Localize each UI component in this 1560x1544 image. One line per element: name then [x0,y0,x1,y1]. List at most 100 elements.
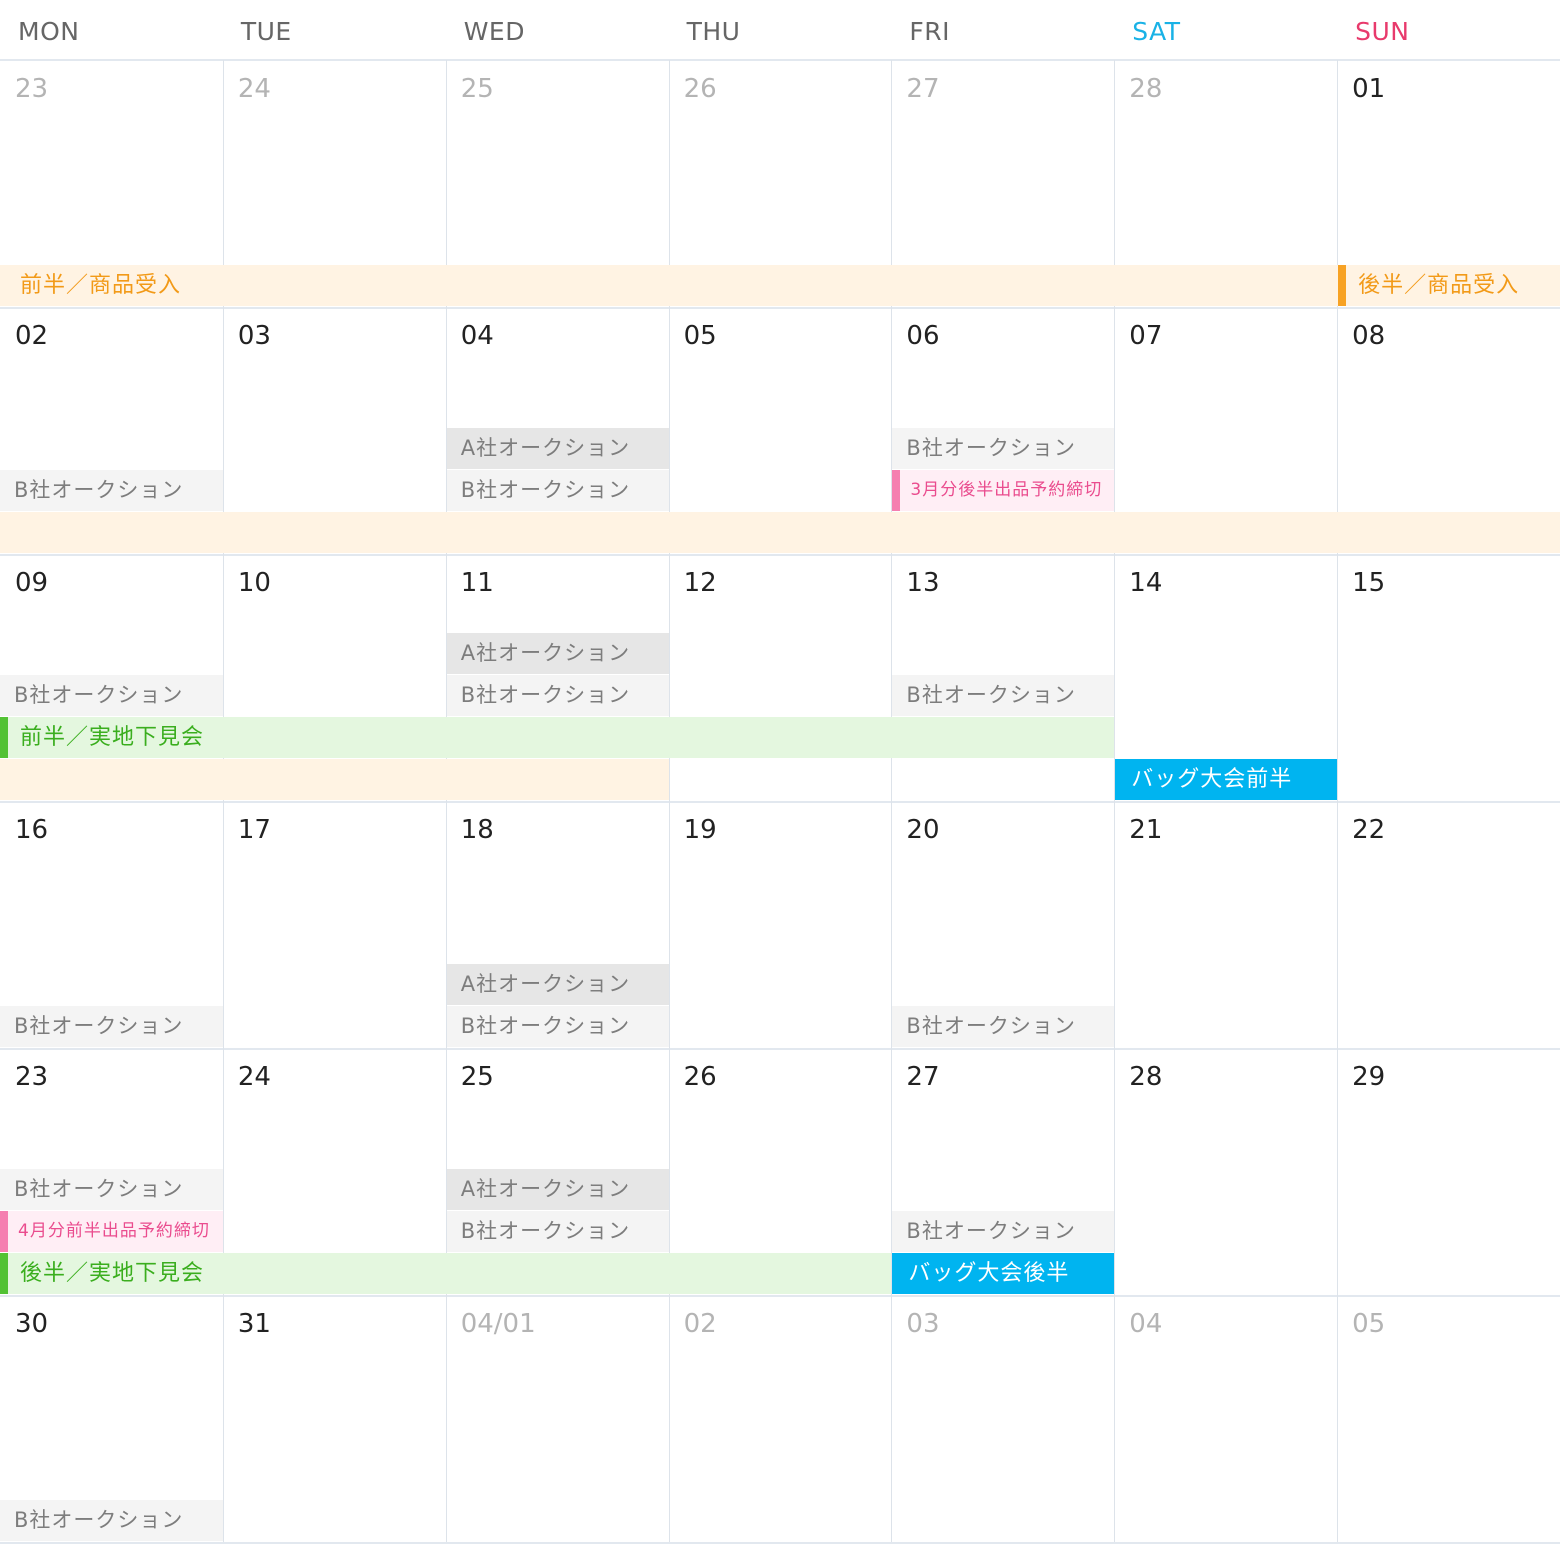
event-label: A社オークション [460,1177,631,1201]
event-a-auction[interactable]: A社オークション [446,964,669,1005]
event-label: B社オークション [14,1177,184,1201]
event-label: B社オークション [906,1219,1076,1243]
day-number[interactable]: 02 [15,321,48,351]
event-label: B社オークション [14,683,184,707]
day-number[interactable]: 03 [238,321,271,351]
weekday-tue: TUE [240,17,292,46]
week-divider [0,801,1560,803]
day-number[interactable]: 11 [461,568,494,598]
event-b-auction[interactable]: B社オークション [0,1169,223,1210]
day-number[interactable]: 23 [15,74,48,104]
week-divider [0,1048,1560,1050]
event-label: B社オークション [14,478,184,502]
day-number[interactable]: 12 [684,568,717,598]
weekday-sat: SAT [1132,17,1181,46]
day-number[interactable]: 25 [461,74,494,104]
day-number[interactable]: 21 [1129,815,1162,845]
day-number[interactable]: 02 [684,1309,717,1339]
event-preview-meeting[interactable]: 前半／実地下見会 [0,717,1115,758]
event-a-auction[interactable]: A社オークション [446,633,669,674]
event-bag-tournament[interactable]: バッグ大会前半 [1115,759,1338,800]
event-bag-tournament[interactable]: バッグ大会後半 [892,1253,1115,1294]
event-b-auction[interactable]: B社オークション [446,675,669,716]
day-number[interactable]: 04 [1129,1309,1162,1339]
event-b-auction[interactable]: B社オークション [446,1006,669,1047]
event-a-auction[interactable]: A社オークション [446,428,669,469]
event-label: 3月分後半出品予約締切 [910,480,1103,500]
day-number[interactable]: 08 [1352,321,1385,351]
month-calendar: MON TUE WED THU FRI SAT SUN 23 24 25 26 27 28 01 02 03… [0,0,1560,1544]
day-number[interactable]: 17 [238,815,271,845]
event-b-auction[interactable]: B社オークション [446,1211,669,1252]
event-b-auction[interactable]: B社オークション [892,675,1115,716]
week-divider [0,554,1560,556]
event-a-auction[interactable]: A社オークション [446,1169,669,1210]
day-number[interactable]: 24 [238,74,271,104]
event-b-auction[interactable]: B社オークション [892,1211,1115,1252]
event-bar-intake[interactable] [0,265,1560,306]
day-number[interactable]: 09 [15,568,48,598]
day-number[interactable]: 22 [1352,815,1385,845]
event-label: バッグ大会後半 [908,1261,1070,1286]
event-label: B社オークション [460,1014,631,1038]
event-b-auction[interactable]: B社オークション [892,428,1115,469]
day-number[interactable]: 16 [15,815,48,845]
day-number[interactable]: 04/01 [461,1309,536,1339]
day-number[interactable]: 24 [238,1062,271,1092]
event-label: A社オークション [460,641,631,665]
event-b-auction[interactable]: B社オークション [0,470,223,511]
event-bar-intake[interactable] [0,759,669,800]
event-intake-first-half[interactable]: 前半／商品受入 [0,265,223,306]
event-label: バッグ大会前半 [1131,767,1293,792]
day-number[interactable]: 13 [906,568,939,598]
day-number[interactable]: 19 [684,815,717,845]
week-divider [0,59,1560,61]
day-number[interactable]: 18 [461,815,494,845]
day-number[interactable]: 03 [906,1309,939,1339]
day-number[interactable]: 26 [684,1062,717,1092]
day-number[interactable]: 04 [461,321,494,351]
day-number[interactable]: 07 [1129,321,1162,351]
event-label: B社オークション [460,478,631,502]
weekday-fri: FRI [909,17,951,46]
day-number[interactable]: 15 [1352,568,1385,598]
event-label: B社オークション [906,683,1076,707]
day-number[interactable]: 30 [15,1309,48,1339]
day-number[interactable]: 28 [1129,1062,1162,1092]
event-b-auction[interactable]: B社オークション [446,470,669,511]
day-number[interactable]: 05 [1352,1309,1385,1339]
week-divider [0,1295,1560,1297]
day-number[interactable]: 06 [906,321,939,351]
event-b-auction[interactable]: B社オークション [0,675,223,716]
event-preview-meeting[interactable]: 後半／実地下見会 [0,1253,892,1294]
day-number[interactable]: 01 [1352,74,1385,104]
day-number[interactable]: 31 [238,1309,271,1339]
day-number[interactable]: 23 [15,1062,48,1092]
weekday-thu: THU [686,17,741,46]
day-number[interactable]: 20 [906,815,939,845]
day-number[interactable]: 26 [684,74,717,104]
day-number[interactable]: 27 [906,74,939,104]
weekday-wed: WED [463,17,525,46]
event-deadline[interactable]: 4月分前半出品予約締切 [0,1211,223,1252]
event-label: B社オークション [906,1014,1076,1038]
day-number[interactable]: 25 [461,1062,494,1092]
event-label: B社オークション [460,1219,631,1243]
day-number[interactable]: 05 [684,321,717,351]
weekday-mon: MON [18,17,80,46]
day-number[interactable]: 10 [238,568,271,598]
event-b-auction[interactable]: B社オークション [0,1006,223,1047]
day-number[interactable]: 29 [1352,1062,1385,1092]
event-bar-intake[interactable] [0,512,1560,553]
event-label: 前半／実地下見会 [20,725,205,750]
day-number[interactable]: 28 [1129,74,1162,104]
week-divider [0,307,1560,309]
weekday-sun: SUN [1355,17,1410,46]
day-number[interactable]: 14 [1129,568,1162,598]
event-b-auction[interactable]: B社オークション [892,1006,1115,1047]
event-deadline[interactable]: 3月分後半出品予約締切 [892,470,1115,511]
day-number[interactable]: 27 [906,1062,939,1092]
event-b-auction[interactable]: B社オークション [0,1500,223,1541]
event-intake-second-half[interactable]: 後半／商品受入 [1338,265,1560,306]
event-label: 4月分前半出品予約締切 [18,1221,210,1241]
